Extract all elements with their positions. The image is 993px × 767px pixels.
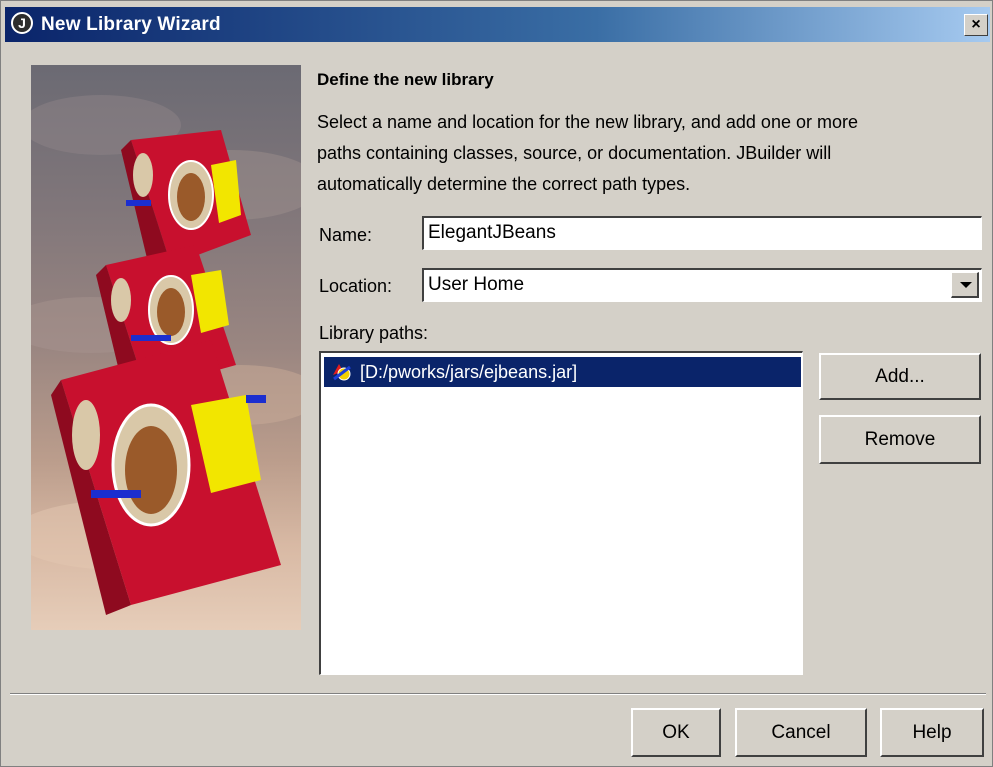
list-item-label: [D:/pworks/jars/ejbeans.jar] bbox=[360, 362, 578, 382]
jar-file-icon bbox=[333, 364, 351, 381]
library-paths-label: Library paths: bbox=[319, 323, 429, 343]
library-paths-list[interactable]: [D:/pworks/jars/ejbeans.jar] bbox=[319, 351, 803, 675]
help-button[interactable]: Help bbox=[880, 708, 984, 757]
page-description: Select a name and location for the new l… bbox=[317, 112, 858, 194]
wizard-illustration bbox=[31, 65, 301, 630]
list-item[interactable]: [D:/pworks/jars/ejbeans.jar] bbox=[324, 357, 801, 387]
add-button[interactable]: Add... bbox=[819, 353, 981, 400]
separator bbox=[10, 693, 986, 695]
window-title: New Library Wizard bbox=[41, 14, 221, 35]
location-select[interactable]: User Home bbox=[422, 268, 982, 302]
page-heading: Define the new library bbox=[317, 70, 494, 89]
close-button[interactable]: × bbox=[964, 14, 988, 36]
cancel-button[interactable]: Cancel bbox=[735, 708, 867, 757]
new-library-wizard-dialog: J New Library Wizard × Define the new li… bbox=[0, 0, 993, 767]
name-field[interactable]: ElegantJBeans bbox=[422, 216, 982, 250]
location-label: Location: bbox=[319, 276, 393, 296]
name-label: Name: bbox=[319, 225, 373, 245]
location-select-value: User Home bbox=[428, 274, 525, 295]
title-bar[interactable]: J New Library Wizard × bbox=[5, 7, 990, 42]
jbuilder-app-icon: J bbox=[11, 12, 33, 34]
remove-button[interactable]: Remove bbox=[819, 415, 981, 464]
ok-button[interactable]: OK bbox=[631, 708, 721, 757]
chevron-down-icon[interactable] bbox=[951, 272, 979, 298]
